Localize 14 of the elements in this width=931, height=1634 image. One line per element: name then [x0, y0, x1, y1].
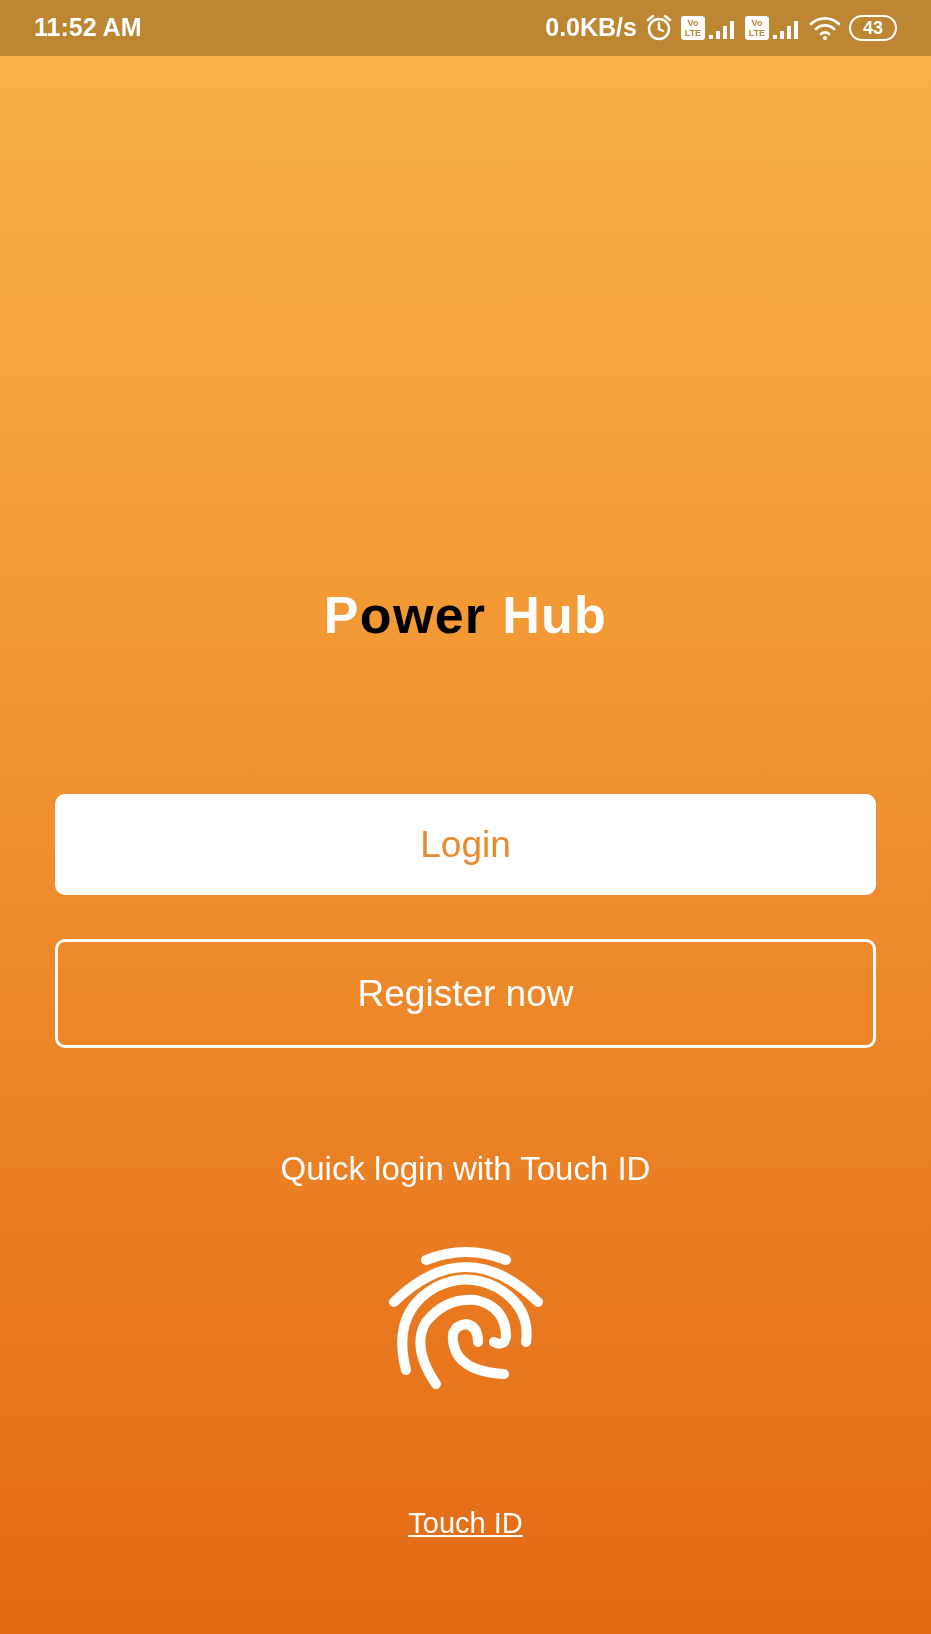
alarm-icon	[644, 14, 673, 42]
volte-badge: Vo LTE	[744, 16, 769, 40]
status-time: 11:52 AM	[34, 12, 142, 44]
signal-icon	[706, 20, 737, 40]
network-speed: 0.0KB/s	[545, 12, 637, 44]
battery-indicator: 43	[848, 15, 897, 41]
app-title: Power Hub	[323, 585, 608, 646]
touch-id-prompt: Quick login with Touch ID	[280, 1149, 651, 1189]
login-button[interactable]: Login	[55, 794, 876, 895]
touch-id-link[interactable]: Touch ID	[408, 1501, 523, 1545]
register-button[interactable]: Register now	[55, 939, 876, 1048]
wifi-icon	[808, 16, 841, 40]
signal-icon	[770, 20, 801, 40]
volte-badge: Vo LTE	[680, 16, 705, 40]
